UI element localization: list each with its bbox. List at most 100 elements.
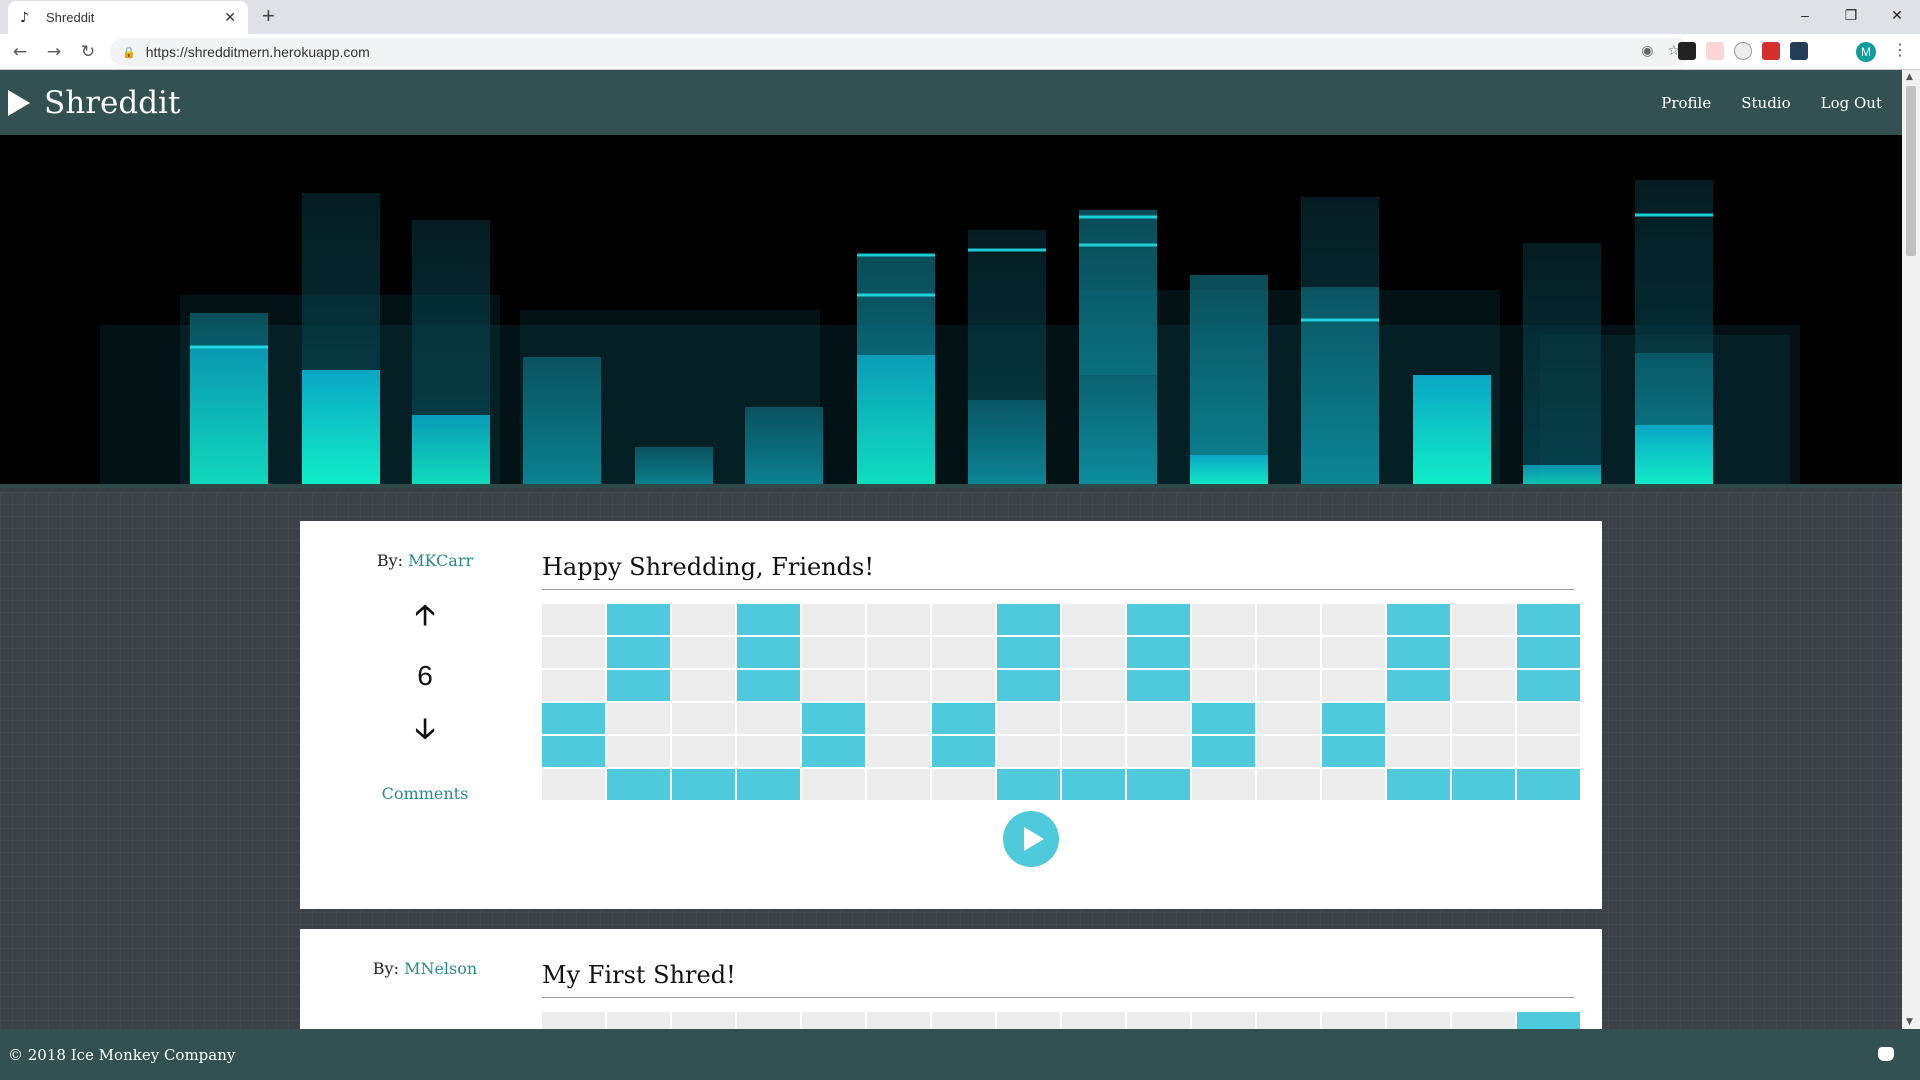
- grid-cell[interactable]: [737, 1012, 800, 1029]
- profile-avatar[interactable]: M: [1856, 42, 1876, 62]
- grid-cell[interactable]: [607, 703, 670, 734]
- grid-cell-active[interactable]: [1127, 637, 1190, 668]
- brand-link[interactable]: Shreddit: [8, 85, 180, 121]
- grid-cell-active[interactable]: [737, 670, 800, 701]
- grid-cell-active[interactable]: [997, 769, 1060, 800]
- author-link[interactable]: MKCarr: [408, 551, 473, 570]
- grid-cell[interactable]: [1257, 769, 1320, 800]
- nav-logout[interactable]: Log Out: [1821, 94, 1882, 112]
- grid-cell[interactable]: [737, 736, 800, 767]
- grid-cell[interactable]: [542, 637, 605, 668]
- grid-cell[interactable]: [867, 637, 930, 668]
- grid-cell-active[interactable]: [1322, 703, 1385, 734]
- grid-cell[interactable]: [1062, 736, 1125, 767]
- extension-d-icon[interactable]: [1762, 42, 1780, 60]
- grid-cell-active[interactable]: [1517, 1012, 1580, 1029]
- grid-cell[interactable]: [1387, 736, 1450, 767]
- grid-cell[interactable]: [867, 769, 930, 800]
- grid-cell-active[interactable]: [1452, 769, 1515, 800]
- grid-cell-active[interactable]: [607, 637, 670, 668]
- grid-cell-active[interactable]: [1387, 670, 1450, 701]
- grid-cell[interactable]: [1257, 1012, 1320, 1029]
- grid-cell[interactable]: [997, 703, 1060, 734]
- grid-cell-active[interactable]: [1387, 637, 1450, 668]
- grid-cell[interactable]: [1452, 736, 1515, 767]
- grid-cell-active[interactable]: [997, 604, 1060, 635]
- grid-cell[interactable]: [1452, 670, 1515, 701]
- github-icon[interactable]: [1878, 1047, 1894, 1061]
- scroll-thumb[interactable]: [1906, 86, 1916, 256]
- grid-cell[interactable]: [867, 736, 930, 767]
- grid-cell[interactable]: [1062, 670, 1125, 701]
- grid-cell[interactable]: [1192, 637, 1255, 668]
- grid-cell[interactable]: [867, 670, 930, 701]
- grid-cell[interactable]: [932, 604, 995, 635]
- page-scrollbar[interactable]: ▲ ▼: [1902, 70, 1920, 1029]
- grid-cell[interactable]: [1452, 604, 1515, 635]
- grid-cell-active[interactable]: [1517, 769, 1580, 800]
- grid-cell-active[interactable]: [997, 637, 1060, 668]
- close-tab-icon[interactable]: ✕: [224, 9, 236, 26]
- downvote-arrow-icon[interactable]: 🡣: [300, 708, 550, 756]
- grid-cell[interactable]: [1192, 670, 1255, 701]
- author-link[interactable]: MNelson: [404, 959, 477, 978]
- grid-cell[interactable]: [607, 1012, 670, 1029]
- grid-cell-active[interactable]: [1517, 670, 1580, 701]
- grid-cell[interactable]: [1322, 670, 1385, 701]
- grid-cell-active[interactable]: [1127, 670, 1190, 701]
- grid-cell-active[interactable]: [1387, 769, 1450, 800]
- grid-cell[interactable]: [802, 604, 865, 635]
- grid-cell[interactable]: [932, 769, 995, 800]
- grid-cell-active[interactable]: [542, 703, 605, 734]
- grid-cell[interactable]: [1517, 736, 1580, 767]
- grid-cell[interactable]: [1192, 1012, 1255, 1029]
- grid-cell-active[interactable]: [1192, 736, 1255, 767]
- upvote-arrow-icon[interactable]: 🡡: [300, 594, 550, 642]
- grid-cell-active[interactable]: [1387, 604, 1450, 635]
- grid-cell[interactable]: [1452, 703, 1515, 734]
- grid-cell-active[interactable]: [1517, 637, 1580, 668]
- comments-link[interactable]: Comments: [300, 784, 550, 803]
- address-bar[interactable]: 🔒 https://shredditmern.herokuapp.com ◉ ☆: [110, 38, 1690, 66]
- nav-profile[interactable]: Profile: [1661, 94, 1711, 112]
- grid-cell-active[interactable]: [607, 769, 670, 800]
- grid-cell[interactable]: [1322, 769, 1385, 800]
- grid-cell[interactable]: [802, 769, 865, 800]
- extension-a-icon[interactable]: [1678, 42, 1696, 60]
- grid-cell-active[interactable]: [1517, 604, 1580, 635]
- back-icon[interactable]: ←: [6, 38, 34, 66]
- site-info-icon[interactable]: ◉: [1641, 43, 1653, 59]
- nav-studio[interactable]: Studio: [1741, 94, 1790, 112]
- grid-cell[interactable]: [867, 604, 930, 635]
- grid-cell[interactable]: [672, 736, 735, 767]
- grid-cell[interactable]: [737, 703, 800, 734]
- grid-cell[interactable]: [867, 1012, 930, 1029]
- reload-icon[interactable]: ↻: [74, 38, 102, 66]
- grid-cell[interactable]: [867, 703, 930, 734]
- grid-cell[interactable]: [1257, 670, 1320, 701]
- grid-cell[interactable]: [1062, 1012, 1125, 1029]
- grid-cell[interactable]: [1192, 604, 1255, 635]
- grid-cell[interactable]: [1127, 736, 1190, 767]
- grid-cell[interactable]: [1257, 703, 1320, 734]
- grid-cell[interactable]: [1452, 1012, 1515, 1029]
- grid-cell-active[interactable]: [802, 703, 865, 734]
- grid-cell-active[interactable]: [1127, 769, 1190, 800]
- grid-cell[interactable]: [607, 736, 670, 767]
- grid-cell[interactable]: [1452, 637, 1515, 668]
- close-window-icon[interactable]: ✕: [1874, 0, 1920, 30]
- play-button[interactable]: [1003, 811, 1059, 867]
- grid-cell[interactable]: [542, 1012, 605, 1029]
- restore-icon[interactable]: ❐: [1828, 0, 1874, 30]
- grid-cell[interactable]: [542, 604, 605, 635]
- grid-cell[interactable]: [1062, 604, 1125, 635]
- scroll-down-icon[interactable]: ▼: [1906, 1017, 1913, 1027]
- grid-cell-active[interactable]: [932, 703, 995, 734]
- forward-icon[interactable]: →: [40, 38, 68, 66]
- minimize-icon[interactable]: –: [1782, 0, 1828, 30]
- grid-cell[interactable]: [1062, 637, 1125, 668]
- grid-cell[interactable]: [997, 736, 1060, 767]
- grid-cell-active[interactable]: [1062, 769, 1125, 800]
- grid-cell[interactable]: [1257, 604, 1320, 635]
- grid-cell[interactable]: [672, 637, 735, 668]
